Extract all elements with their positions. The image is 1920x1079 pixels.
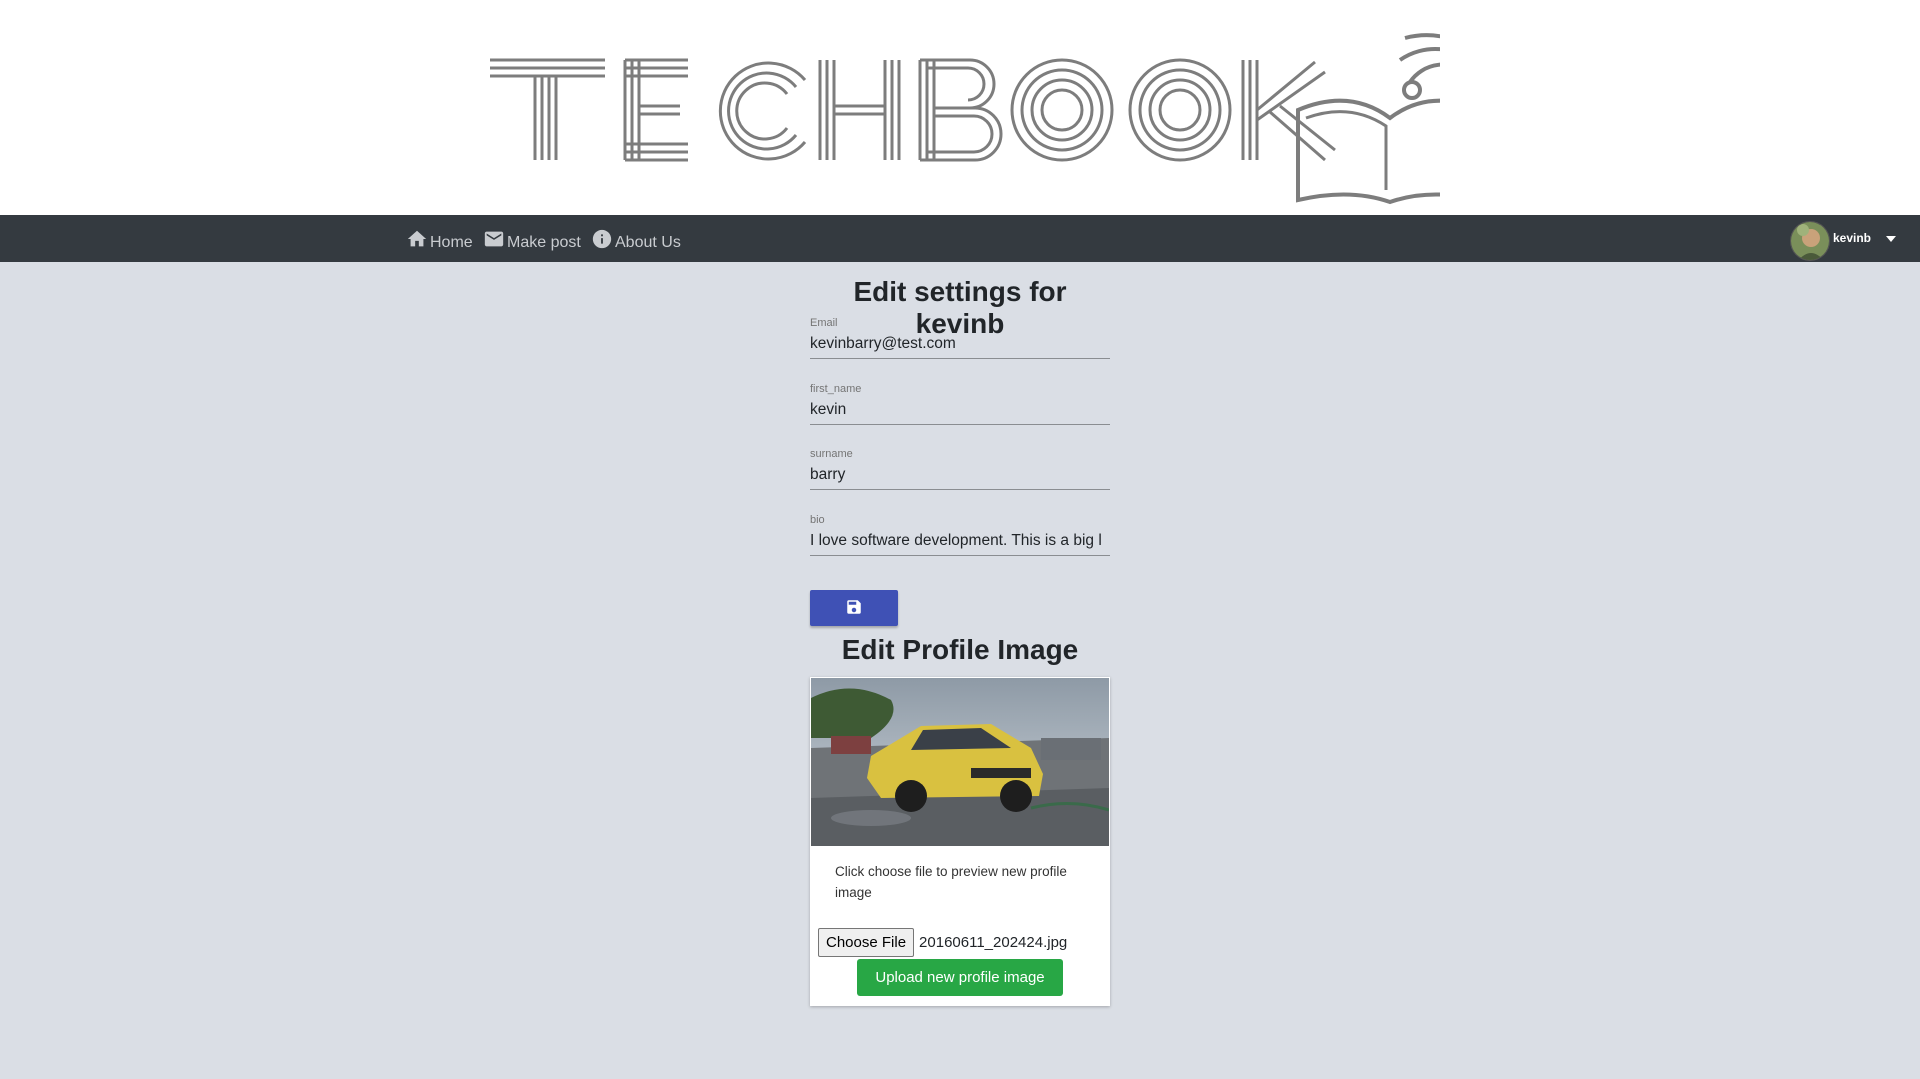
bio-label: bio: [810, 514, 825, 526]
profile-image-preview: [811, 678, 1109, 846]
choose-file-button[interactable]: Choose File: [818, 928, 915, 957]
nav-about-us-label: About Us: [615, 233, 681, 251]
caret-down-icon[interactable]: [1884, 232, 1898, 251]
navbar: Home Make post About Us kevinb: [0, 215, 1920, 262]
header: [0, 0, 1920, 215]
profile-image-help-text: Click choose file to preview new profile…: [835, 864, 1067, 900]
home-icon: [406, 228, 428, 250]
surname-label: surname: [810, 448, 853, 460]
techbook-logo[interactable]: [480, 20, 1487, 210]
info-icon: [591, 228, 613, 250]
nav-make-post[interactable]: Make post: [483, 215, 581, 262]
surname-field: surname barry: [810, 448, 1110, 490]
first-name-label: first_name: [810, 383, 862, 395]
file-input: Choose File 20160611_202424.jpg: [818, 928, 1067, 957]
mail-icon: [483, 228, 505, 250]
selected-file-name: 20160611_202424.jpg: [919, 934, 1068, 951]
email-input[interactable]: kevinbarry@test.com: [810, 329, 1110, 359]
page-title-prefix: Edit settings for: [853, 276, 1067, 307]
email-label: Email: [810, 317, 838, 329]
bio-field: bio I love software development. This is…: [810, 514, 1110, 556]
email-field: Email kevinbarry@test.com: [810, 317, 1110, 359]
nav-make-post-label: Make post: [507, 233, 581, 251]
save-button[interactable]: [810, 590, 898, 626]
first-name-field: first_name kevin: [810, 383, 1110, 425]
nav-home[interactable]: Home: [406, 215, 473, 262]
profile-image-card: Click choose file to preview new profile…: [810, 677, 1110, 1006]
user-name[interactable]: kevinb: [1833, 231, 1871, 245]
bio-input[interactable]: I love software development. This is a b…: [810, 526, 1110, 556]
nav-home-label: Home: [430, 233, 473, 251]
upload-profile-image-button[interactable]: Upload new profile image: [857, 959, 1063, 996]
avatar[interactable]: [1790, 221, 1830, 261]
nav-about-us[interactable]: About Us: [591, 215, 681, 262]
floppy-disk-icon: [845, 598, 863, 619]
edit-profile-image-title: Edit Profile Image: [841, 634, 1079, 665]
surname-input[interactable]: barry: [810, 460, 1110, 490]
first-name-input[interactable]: kevin: [810, 395, 1110, 425]
